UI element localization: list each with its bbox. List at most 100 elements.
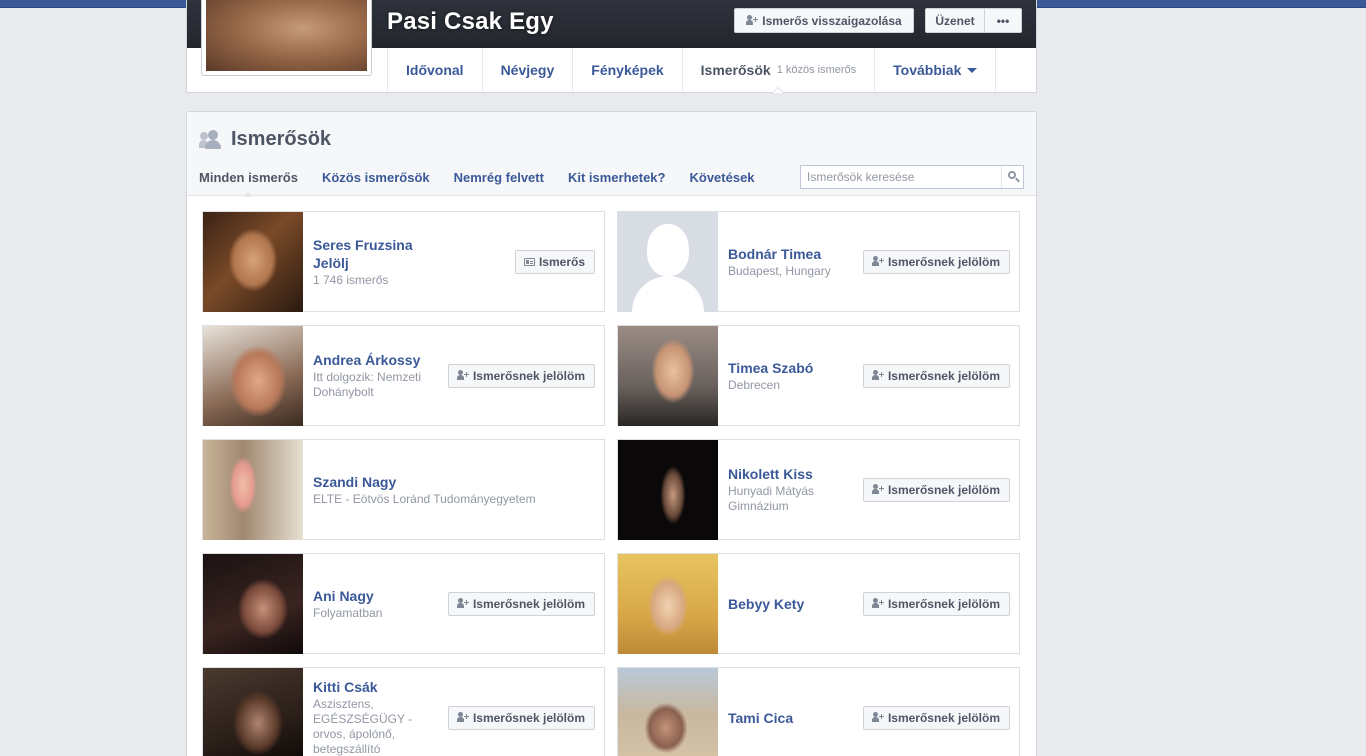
profile-tabs: Idővonal Névjegy Fényképek Ismerősök 1 kö… bbox=[387, 48, 997, 93]
friend-item: Timea Szabó Debrecen Ismerősnek jelölöm bbox=[617, 325, 1020, 426]
add-friend-icon bbox=[456, 712, 469, 723]
friend-subtitle: 1 746 ismerős bbox=[313, 272, 389, 287]
friends-icon bbox=[199, 129, 223, 151]
add-friend-button[interactable]: Ismerősnek jelölöm bbox=[862, 477, 1010, 502]
friend-photo[interactable] bbox=[618, 554, 718, 654]
add-friend-button[interactable]: Ismerősnek jelölöm bbox=[447, 591, 595, 616]
button-label: Ismerősnek jelölöm bbox=[887, 710, 1000, 725]
friend-item: Kitti Csák Aszisztens, EGÉSZSÉGÜGY - orv… bbox=[202, 667, 605, 756]
caret-down-icon bbox=[967, 67, 978, 73]
profile-header: Pasi Csak Egy Ismerős visszaigazolása Üz… bbox=[186, 0, 1037, 93]
add-friend-button[interactable]: Ismerősnek jelölöm bbox=[862, 363, 1010, 388]
add-friend-icon bbox=[746, 15, 759, 26]
friend-name[interactable]: Bebyy Kety bbox=[728, 595, 858, 613]
friend-name[interactable]: Andrea Árkossy bbox=[313, 351, 443, 369]
friend-subtitle: Itt dolgozik: Nemzeti Dohánybolt bbox=[313, 370, 422, 399]
friend-photo[interactable] bbox=[203, 440, 303, 540]
friend-name[interactable]: Seres Fruzsina Jelölj bbox=[313, 236, 443, 272]
add-friend-icon bbox=[456, 370, 469, 381]
button-label: Ismerősnek jelölöm bbox=[887, 368, 1000, 383]
subtab-all-friends[interactable]: Minden ismerős bbox=[199, 170, 298, 197]
tab-more[interactable]: Továbbiak bbox=[874, 48, 997, 92]
friend-photo[interactable] bbox=[203, 212, 303, 312]
add-friend-icon bbox=[871, 598, 884, 609]
profile-picture-image bbox=[206, 0, 367, 71]
add-friend-button[interactable]: Ismerősnek jelölöm bbox=[862, 705, 1010, 730]
friend-subtitle: Aszisztens, EGÉSZSÉGÜGY - orvos, ápolónő… bbox=[313, 697, 413, 756]
friends-search bbox=[800, 165, 1024, 189]
more-options-button[interactable]: ••• bbox=[985, 8, 1022, 33]
friends-section: Ismerősök Minden ismerős Közös ismerősök… bbox=[186, 111, 1037, 756]
tab-photos[interactable]: Fényképek bbox=[572, 48, 681, 92]
friend-item: Tami Cica Ismerősnek jelölöm bbox=[617, 667, 1020, 756]
friend-item: Szandi Nagy ELTE - Eötvös Loránd Tudomán… bbox=[202, 439, 605, 540]
tab-label: Idővonal bbox=[406, 62, 464, 78]
friend-name[interactable]: Szandi Nagy bbox=[313, 473, 573, 491]
friend-item: Ani Nagy Folyamatban Ismerősnek jelölöm bbox=[202, 553, 605, 654]
profile-picture[interactable] bbox=[201, 0, 372, 76]
tab-about[interactable]: Névjegy bbox=[481, 48, 573, 92]
friends-title-text: Ismerősök bbox=[231, 128, 332, 150]
friend-photo[interactable] bbox=[618, 668, 718, 756]
add-friend-icon bbox=[871, 370, 884, 381]
friend-photo[interactable] bbox=[618, 326, 718, 426]
message-button[interactable]: Üzenet bbox=[925, 8, 985, 33]
friend-name[interactable]: Bodnár Timea bbox=[728, 245, 858, 263]
add-friend-icon bbox=[871, 712, 884, 723]
friend-subtitle: Folyamatban bbox=[313, 605, 383, 620]
button-label: Ismerősnek jelölöm bbox=[887, 254, 1000, 269]
confirm-friend-button[interactable]: Ismerős visszaigazolása bbox=[734, 8, 914, 33]
friends-header: Ismerősök Minden ismerős Közös ismerősök… bbox=[187, 112, 1036, 197]
add-friend-icon bbox=[871, 256, 884, 267]
add-friend-button[interactable]: Ismerősnek jelölöm bbox=[447, 363, 595, 388]
friend-subtitle: Hunyadi Mátyás Gimnázium bbox=[728, 484, 815, 513]
friend-subtitle: Debrecen bbox=[728, 377, 781, 392]
search-button[interactable] bbox=[1001, 166, 1023, 188]
default-avatar-icon bbox=[618, 212, 718, 312]
friend-item: Seres Fruzsina Jelölj 1 746 ismerős Isme… bbox=[202, 211, 605, 312]
button-label: Ismerős bbox=[538, 254, 585, 269]
button-label: Ismerősnek jelölöm bbox=[472, 710, 585, 725]
friends-search-input[interactable] bbox=[801, 166, 1001, 188]
friend-card-icon bbox=[523, 257, 535, 266]
friend-photo[interactable] bbox=[203, 668, 303, 756]
friend-photo[interactable] bbox=[203, 554, 303, 654]
friend-item: Nikolett Kiss Hunyadi Mátyás Gimnázium I… bbox=[617, 439, 1020, 540]
friend-name[interactable]: Kitti Csák bbox=[313, 678, 423, 696]
button-label: Ismerősnek jelölöm bbox=[472, 368, 585, 383]
tab-label: Fényképek bbox=[591, 62, 664, 78]
friend-photo[interactable] bbox=[618, 212, 718, 312]
subtab-mutual-friends[interactable]: Közös ismerősök bbox=[322, 170, 430, 196]
friend-subtitle: Budapest, Hungary bbox=[728, 263, 831, 278]
friend-name[interactable]: Nikolett Kiss bbox=[728, 465, 858, 483]
tab-label: Ismerősök bbox=[700, 62, 771, 78]
tab-timeline[interactable]: Idővonal bbox=[387, 48, 482, 92]
friends-subtabs: Minden ismerős Közös ismerősök Nemrég fe… bbox=[199, 170, 779, 197]
friends-title: Ismerősök bbox=[199, 128, 331, 151]
subtab-recently-added[interactable]: Nemrég felvett bbox=[454, 170, 544, 196]
friend-item: Andrea Árkossy Itt dolgozik: Nemzeti Doh… bbox=[202, 325, 605, 426]
tab-friends[interactable]: Ismerősök 1 közös ismerős bbox=[681, 48, 875, 93]
button-label: Ismerősnek jelölöm bbox=[887, 482, 1000, 497]
add-friend-button[interactable]: Ismerősnek jelölöm bbox=[862, 249, 1010, 274]
add-friend-button[interactable]: Ismerősnek jelölöm bbox=[447, 705, 595, 730]
add-friend-icon bbox=[871, 484, 884, 495]
friend-name[interactable]: Ani Nagy bbox=[313, 587, 443, 605]
friend-item: Bodnár Timea Budapest, Hungary Ismerősne… bbox=[617, 211, 1020, 312]
friends-status-button[interactable]: Ismerős bbox=[514, 249, 595, 274]
add-friend-button[interactable]: Ismerősnek jelölöm bbox=[862, 591, 1010, 616]
mutual-friends-count: 1 közös ismerős bbox=[776, 64, 857, 76]
button-label: Ismerősnek jelölöm bbox=[472, 596, 585, 611]
friend-photo[interactable] bbox=[203, 326, 303, 426]
confirm-friend-label: Ismerős visszaigazolása bbox=[762, 13, 902, 28]
tab-label: Névjegy bbox=[500, 62, 555, 78]
tab-label: Továbbiak bbox=[893, 62, 962, 78]
subtab-following[interactable]: Követések bbox=[689, 170, 754, 196]
friend-name[interactable]: Timea Szabó bbox=[728, 359, 858, 377]
friend-subtitle: ELTE - Eötvös Loránd Tudományegyetem bbox=[313, 491, 536, 506]
friend-photo[interactable] bbox=[618, 440, 718, 540]
button-label: Ismerősnek jelölöm bbox=[887, 596, 1000, 611]
friend-name[interactable]: Tami Cica bbox=[728, 709, 858, 727]
subtab-people-you-may-know[interactable]: Kit ismerhetek? bbox=[568, 170, 666, 196]
profile-name[interactable]: Pasi Csak Egy bbox=[387, 8, 554, 36]
